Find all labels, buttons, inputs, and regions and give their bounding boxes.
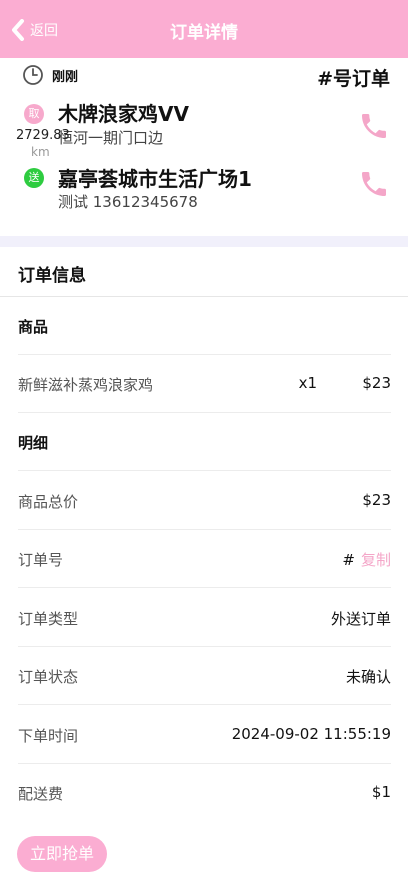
destination-contact: 测试 13612345678 bbox=[58, 193, 198, 211]
detail-row-total: 商品总价 $23 bbox=[18, 472, 391, 530]
detail-label: 下单时间 bbox=[18, 727, 79, 745]
detail-value: 外送订单 bbox=[330, 610, 391, 628]
detail-row-status: 订单状态 未确认 bbox=[18, 647, 391, 705]
phone-icon-store[interactable] bbox=[358, 110, 390, 142]
detail-label: 商品总价 bbox=[18, 493, 79, 511]
goods-item-row: 新鲜滋补蒸鸡浪家鸡 x1 $23 bbox=[18, 355, 391, 413]
header-bar: 返回 订单详情 bbox=[0, 0, 408, 58]
order-info-header: 订单信息 bbox=[0, 247, 408, 297]
store-name: 木牌浪家鸡VV bbox=[58, 102, 189, 126]
detail-value: 2024-09-02 11:55:19 bbox=[231, 725, 391, 743]
order-number-value: # 复制 bbox=[342, 549, 391, 570]
detail-header-row: 明细 bbox=[18, 413, 391, 471]
detail-value: $23 bbox=[362, 491, 391, 509]
distance-value: 2729.83 bbox=[16, 128, 70, 143]
detail-row-delivery-fee: 配送费 $1 bbox=[18, 764, 391, 822]
detail-label: 配送费 bbox=[18, 785, 64, 803]
section-title: 订单信息 bbox=[18, 266, 86, 286]
goods-header-row: 商品 bbox=[18, 297, 391, 355]
deliver-badge: 送 bbox=[24, 168, 44, 188]
order-time-row: 刚刚 bbox=[22, 64, 78, 86]
order-time: 刚刚 bbox=[52, 69, 79, 85]
section-divider bbox=[0, 236, 408, 247]
order-number: # bbox=[342, 551, 355, 569]
detail-row-type: 订单类型 外送订单 bbox=[18, 589, 391, 647]
detail-row-time: 下单时间 2024-09-02 11:55:19 bbox=[18, 706, 391, 764]
order-number-tag: #号订单 bbox=[317, 68, 390, 90]
detail-value: 未确认 bbox=[345, 668, 391, 686]
distance-unit: km bbox=[31, 145, 50, 159]
page-title: 订单详情 bbox=[170, 23, 238, 43]
goods-header: 商品 bbox=[18, 318, 49, 336]
item-price: $23 bbox=[362, 374, 391, 392]
pickup-badge: 取 bbox=[24, 104, 44, 124]
detail-label: 订单状态 bbox=[18, 668, 79, 686]
clock-icon bbox=[23, 65, 43, 85]
item-quantity: x1 bbox=[298, 374, 317, 392]
copy-button[interactable]: 复制 bbox=[361, 551, 391, 569]
item-name: 新鲜滋补蒸鸡浪家鸡 bbox=[18, 376, 154, 394]
store-address: 恒河一期门口边 bbox=[58, 129, 164, 147]
detail-value: $1 bbox=[371, 783, 391, 801]
detail-label: 订单类型 bbox=[18, 610, 79, 628]
detail-row-order-number: 订单号 # 复制 bbox=[18, 530, 391, 588]
destination-name: 嘉亭荟城市生活广场1 bbox=[58, 167, 252, 191]
detail-label: 订单号 bbox=[18, 551, 64, 569]
phone-icon-customer[interactable] bbox=[358, 168, 390, 200]
grab-order-button[interactable]: 立即抢单 bbox=[17, 836, 107, 872]
detail-header: 明细 bbox=[18, 434, 49, 452]
